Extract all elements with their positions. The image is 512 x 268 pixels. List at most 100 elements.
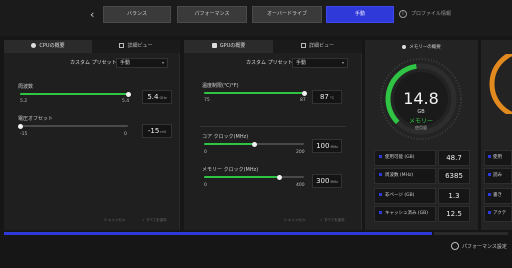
bullet-icon <box>488 155 491 158</box>
top-bar: ‹ バランス パフォーマンス オーバードライブ 手動 i プロファイル情報 <box>0 0 512 36</box>
memory-clock-label: メモリー クロック(MHz) <box>202 167 259 173</box>
memory-clock-min: 0 <box>204 183 207 188</box>
stat-label: 非ページ (GB) <box>374 188 436 204</box>
memory-clock-slider-fill <box>204 176 279 178</box>
memory-icon <box>402 45 407 49</box>
memory-usage-value: 14.8 <box>403 89 439 108</box>
memory-stat-frequency: 周波数 (MHz) 6385 <box>374 168 470 184</box>
memory-gauge-sub: 使用量 <box>415 125 427 130</box>
voltage-min: -15 <box>20 132 28 137</box>
gpu-divider <box>200 126 346 127</box>
tab-performance[interactable]: パフォーマンス <box>177 6 247 23</box>
freq-max: 5.4 <box>122 99 130 104</box>
storage-row: 読み <box>484 168 512 184</box>
horizontal-scroll-thumb[interactable] <box>4 232 433 235</box>
memory-clock-slider[interactable] <box>204 174 304 180</box>
cpu-cancel-button[interactable]: ↻ キャンセル <box>104 218 126 223</box>
bullet-icon <box>379 155 382 158</box>
memory-stat-nonpaged: 非ページ (GB) 1.3 <box>374 188 470 204</box>
cpu-save-all-button[interactable]: ✓ すべてを保存 <box>142 218 167 223</box>
temp-limit-label: 温度制限(℃/°F) <box>202 83 239 89</box>
detail-view-icon <box>300 43 306 48</box>
freq-label: 周波数 <box>18 84 34 90</box>
tab-cpu-overview[interactable]: CPUの概要 <box>4 40 92 53</box>
core-clock-slider[interactable] <box>204 141 304 147</box>
memory-usage-unit: GB <box>417 109 425 115</box>
tab-gpu-overview[interactable]: GPUの概要 <box>184 40 273 53</box>
tab-manual[interactable]: 手動 <box>326 6 394 23</box>
storage-gauge-partial <box>489 54 512 114</box>
tab-cpu-detail[interactable]: 詳細ビュー <box>92 40 180 53</box>
temp-limit-slider-fill <box>204 92 304 94</box>
core-clock-slider-handle[interactable] <box>251 141 257 147</box>
chevron-down-icon: ▾ <box>341 60 344 65</box>
voltage-offset-slider[interactable] <box>17 123 128 129</box>
core-clock-value-field[interactable]: 100MHz <box>312 139 342 153</box>
stat-label: 周波数 (MHz) <box>374 168 436 184</box>
memory-clock-max: 400 <box>296 183 305 188</box>
gpu-save-all-button[interactable]: ✓ すべてを保存 <box>320 218 345 223</box>
voltage-offset-slider-handle[interactable] <box>17 123 23 129</box>
stat-value: 1.3 <box>438 188 470 204</box>
cpu-icon <box>31 43 37 48</box>
memory-clock-slider-handle[interactable] <box>276 174 282 180</box>
performance-settings-link[interactable]: パフォーマンス設定 <box>462 243 507 250</box>
bullet-icon <box>379 173 382 176</box>
freq-min: 5.2 <box>20 99 28 104</box>
tab-balance[interactable]: バランス <box>103 6 171 23</box>
bullet-icon <box>379 193 382 196</box>
gpu-preset-select[interactable]: 手動 ▾ <box>292 58 348 68</box>
bullet-icon <box>488 193 491 196</box>
gpu-preset-label: カスタム プリセット <box>246 60 293 66</box>
performance-settings-icon[interactable] <box>451 242 459 250</box>
storage-row: 書き <box>484 188 512 204</box>
detail-view-icon <box>119 43 125 48</box>
gpu-panel-header: GPUの概要 詳細ビュー <box>184 40 362 53</box>
gpu-icon <box>211 43 217 48</box>
cpu-panel: CPUの概要 詳細ビュー カスタム プリセット 手動 ▾ 周波数 5.2 5.4 … <box>4 40 180 230</box>
gpu-preset-row: カスタム プリセット 手動 ▾ <box>184 58 361 68</box>
horizontal-scroll-track[interactable] <box>434 232 508 235</box>
storage-row: アクテ <box>484 206 512 222</box>
core-clock-max: 200 <box>296 150 305 155</box>
core-clock-label: コア クロック(MHz) <box>202 134 249 140</box>
core-clock-slider-fill <box>204 143 254 145</box>
stat-value: 12.5 <box>438 206 470 222</box>
memory-gauge-name: メモリー <box>408 118 433 125</box>
gpu-cancel-button[interactable]: ↻ キャンセル <box>284 218 306 223</box>
temp-max: 87 <box>300 98 306 103</box>
voltage-value-field[interactable]: -15mV <box>142 124 172 138</box>
storage-row: 使用 <box>484 150 512 166</box>
cpu-preset-label: カスタム プリセット <box>70 60 117 66</box>
memory-panel: メモリーの概要 14.8 GB メモリー 使用量 使用可能 (GB) 48.7 … <box>365 40 478 230</box>
temp-value-field[interactable]: 87°C <box>312 90 342 104</box>
freq-value-field[interactable]: 5.4GHz <box>142 90 172 104</box>
cpu-preset-row: カスタム プリセット 手動 ▾ <box>4 58 179 68</box>
cpu-preset-select[interactable]: 手動 ▾ <box>116 58 168 68</box>
tab-overdrive[interactable]: オーバードライブ <box>252 6 322 23</box>
chevron-down-icon: ▾ <box>161 60 164 65</box>
gpu-panel: GPUの概要 詳細ビュー カスタム プリセット 手動 ▾ 温度制限(℃/°F) 7… <box>184 40 362 230</box>
core-clock-min: 0 <box>204 150 207 155</box>
stat-label: 使用可能 (GB) <box>374 150 436 166</box>
freq-slider-fill <box>20 93 128 95</box>
back-chevron-icon[interactable]: ‹ <box>90 9 100 21</box>
bullet-icon <box>488 211 491 214</box>
stat-value: 6385 <box>438 168 470 184</box>
memory-panel-title: メモリーの概要 <box>365 44 478 50</box>
voltage-max: 0 <box>124 132 127 137</box>
tab-gpu-detail[interactable]: 詳細ビュー <box>273 40 362 53</box>
temp-limit-slider[interactable] <box>204 90 307 96</box>
freq-slider-handle[interactable] <box>125 91 131 97</box>
cpu-panel-header: CPUの概要 詳細ビュー <box>4 40 180 53</box>
storage-gauge-arc <box>489 54 512 114</box>
memory-gauge: 14.8 GB メモリー 使用量 <box>377 55 465 143</box>
memory-stat-cached: キャッシュ済み (GB) 12.5 <box>374 206 470 222</box>
storage-panel-partial: 使用 読み 書き アクテ <box>481 40 512 230</box>
profile-info-label[interactable]: プロファイル情報 <box>411 10 451 18</box>
stat-value: 48.7 <box>438 150 470 166</box>
temp-limit-slider-handle[interactable] <box>301 90 307 96</box>
memory-clock-value-field[interactable]: 300MHz <box>312 174 342 188</box>
info-icon[interactable]: i <box>399 10 407 18</box>
freq-slider[interactable] <box>20 91 131 97</box>
